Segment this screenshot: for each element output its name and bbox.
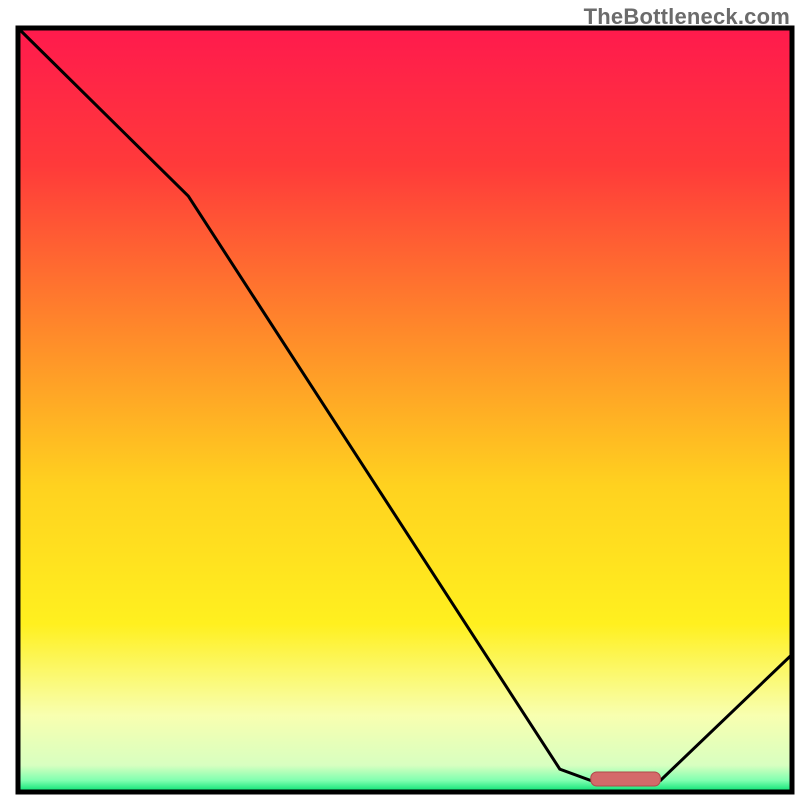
optimal-range-marker [591, 772, 661, 786]
watermark-text: TheBottleneck.com [584, 4, 790, 30]
bottleneck-chart [0, 0, 800, 800]
chart-container: TheBottleneck.com [0, 0, 800, 800]
